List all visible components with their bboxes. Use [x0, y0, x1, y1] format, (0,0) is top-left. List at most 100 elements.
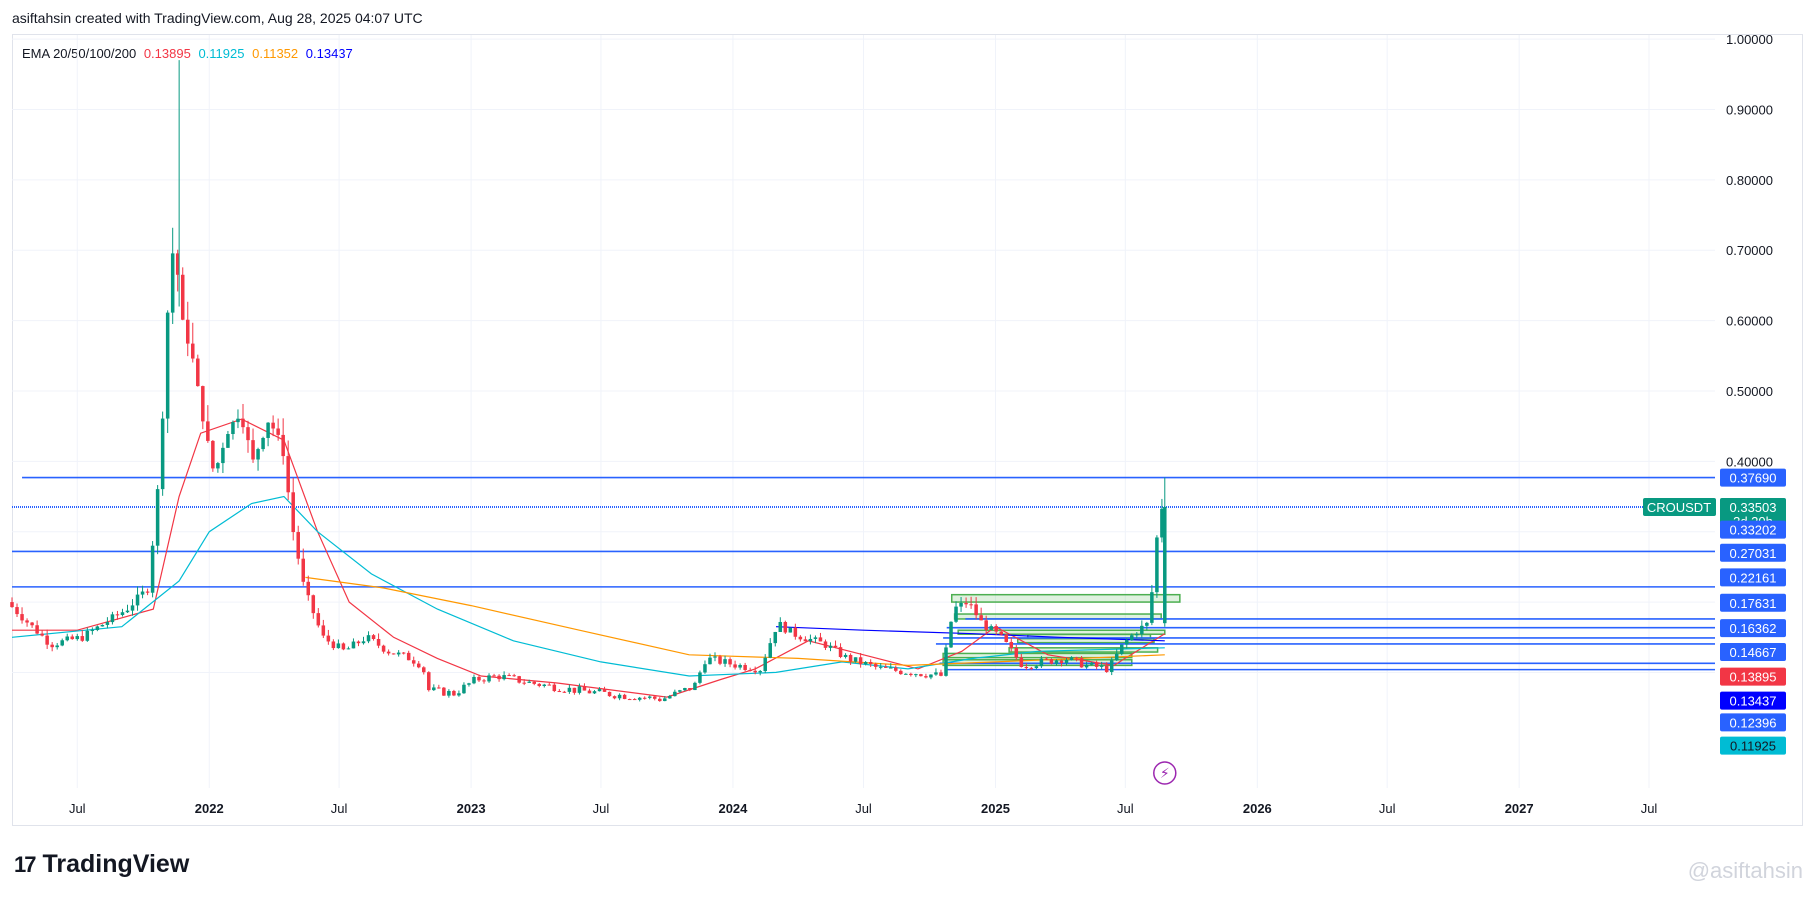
price-label-6: 0.16362 — [1720, 619, 1786, 638]
x-tick-label-5: 2024 — [718, 801, 748, 816]
candle-body-26 — [140, 591, 145, 595]
candle-body-107 — [547, 684, 552, 686]
candle-body-177 — [899, 670, 903, 675]
candle-body-207 — [1049, 659, 1054, 664]
x-tick-label-8: Jul — [1117, 801, 1134, 816]
candle-body-101 — [517, 676, 521, 683]
price-label-text-3: 0.27031 — [1730, 546, 1777, 561]
candle-body-221 — [1119, 644, 1124, 654]
candle-body-228 — [1155, 537, 1159, 593]
candle-body-12 — [70, 636, 75, 640]
candle-body-35 — [185, 319, 190, 344]
price-label-text-6: 0.16362 — [1730, 621, 1777, 636]
tradingview-logo[interactable]: 17 TradingView — [14, 850, 189, 879]
candle-body-178 — [904, 673, 908, 675]
tradingview-logo-icon: 17 — [14, 851, 37, 877]
candle-body-57 — [296, 532, 300, 559]
candle-body-119 — [607, 691, 612, 697]
y-tick-label-1: 0.50000 — [1726, 384, 1773, 399]
candle-body-94 — [482, 680, 486, 682]
candle-body-167 — [848, 654, 853, 662]
candle-body-188 — [954, 606, 958, 622]
candle-body-28 — [150, 545, 155, 593]
candle-body-205 — [1039, 658, 1044, 667]
candle-body-146 — [743, 664, 747, 670]
candle-body-115 — [587, 690, 592, 694]
candle-body-11 — [65, 636, 69, 641]
price-label-text-2: 0.33202 — [1730, 523, 1777, 538]
price-label-text-8: 0.13895 — [1730, 670, 1777, 685]
candle-body-144 — [733, 664, 737, 668]
candle-body-140 — [713, 656, 717, 658]
candle-body-15 — [85, 630, 90, 641]
price-label-5: 0.17631 — [1720, 593, 1786, 612]
candle-body-97 — [497, 675, 501, 680]
candle-body-213 — [1079, 658, 1084, 668]
candle-body-6 — [40, 633, 44, 636]
candle-body-147 — [748, 669, 752, 671]
candle-body-76 — [391, 653, 396, 655]
candle-body-18 — [100, 624, 105, 627]
candle-body-59 — [306, 581, 311, 596]
candle-body-118 — [602, 689, 607, 692]
candle-body-99 — [507, 675, 511, 677]
candle-body-102 — [522, 682, 526, 684]
candle-body-151 — [768, 643, 773, 658]
candle-body-133 — [678, 690, 682, 692]
x-tick-label-12: Jul — [1641, 801, 1658, 816]
candle-body-22 — [120, 612, 125, 616]
candle-body-123 — [627, 699, 632, 701]
candle-body-129 — [658, 698, 662, 702]
candle-body-152 — [773, 631, 778, 644]
candle-body-203 — [1029, 667, 1034, 669]
candle-body-9 — [55, 645, 59, 648]
candle-body-190 — [964, 602, 968, 605]
candle-body-42 — [221, 447, 225, 464]
candle-body-112 — [572, 687, 577, 693]
y-tick-label-6: 1.00000 — [1726, 32, 1773, 47]
candle-body-86 — [442, 687, 446, 696]
price-label-8: 0.13895 — [1720, 667, 1786, 686]
candle-body-180 — [914, 674, 918, 676]
candle-body-81 — [416, 663, 421, 668]
candle-body-98 — [502, 675, 506, 680]
y-tick-label-2: 0.60000 — [1726, 314, 1773, 329]
candle-body-48 — [251, 440, 255, 460]
candle-body-122 — [622, 694, 627, 700]
price-label-text-10: 0.12396 — [1730, 715, 1777, 730]
y-tick-label-4: 0.80000 — [1726, 173, 1773, 188]
candle-body-174 — [883, 666, 888, 668]
candle-body-74 — [381, 645, 386, 652]
brand-name: TradingView — [42, 850, 190, 878]
candle-body-43 — [226, 434, 230, 448]
candle-body-220 — [1114, 653, 1119, 661]
candle-body-80 — [411, 660, 416, 664]
candle-body-226 — [1145, 622, 1149, 626]
support-zones — [942, 593, 1181, 667]
symbol-badge: CROUSDT — [1643, 498, 1716, 517]
candle-body-179 — [909, 673, 913, 676]
candle-body-45 — [236, 418, 240, 423]
candle-body-32 — [170, 253, 175, 313]
candle-body-24 — [130, 605, 135, 611]
price-label-11: 0.11925 — [1720, 736, 1786, 755]
candle-body-0 — [10, 602, 14, 608]
candle-body-62 — [321, 625, 326, 636]
price-label-text-0: 0.37690 — [1730, 471, 1777, 486]
grid-lines — [12, 35, 1715, 788]
candle-body-159 — [808, 638, 813, 642]
candle-body-117 — [597, 689, 602, 692]
candle-body-8 — [50, 644, 54, 648]
candle-body-31 — [165, 312, 170, 419]
candle-body-169 — [858, 657, 863, 665]
candle-body-199 — [1009, 641, 1014, 648]
candle-body-181 — [919, 674, 923, 677]
candle-body-7 — [45, 635, 49, 645]
candle-body-21 — [115, 614, 120, 616]
candle-body-209 — [1059, 660, 1064, 664]
candle-body-206 — [1044, 658, 1049, 660]
candle-body-139 — [708, 657, 712, 665]
price-chart[interactable]: 0.40000 0.50000 0.60000 0.70000 0.80000 0.900… — [0, 0, 1815, 900]
candle-body-116 — [592, 691, 597, 694]
candle-body-185 — [939, 672, 943, 676]
